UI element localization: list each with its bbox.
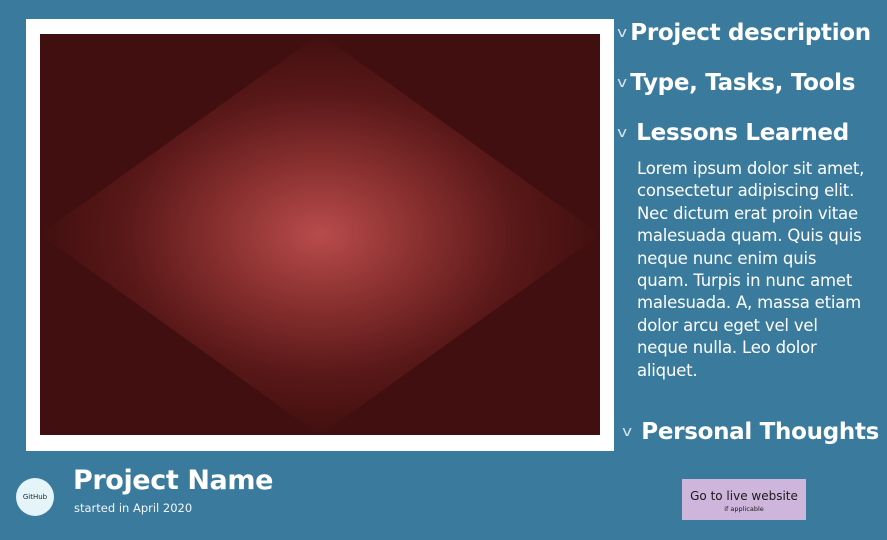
chevron-down-icon: v	[622, 424, 633, 440]
project-preview-image	[40, 34, 600, 435]
live-website-label: Go to live website	[690, 488, 798, 503]
section-project-description[interactable]: v Project description	[617, 20, 871, 46]
live-website-sublabel: if applicable	[724, 504, 764, 513]
github-link-button[interactable]: GitHub	[16, 478, 54, 516]
github-label: GitHub	[22, 493, 48, 501]
section-title: Project description	[630, 20, 871, 46]
chevron-down-icon: v	[617, 75, 628, 91]
project-preview-frame	[26, 19, 614, 451]
section-title: Type, Tasks, Tools	[630, 70, 856, 96]
chevron-down-icon: v	[617, 25, 628, 41]
lessons-learned-body: Lorem ipsum dolor sit amet, consectetur …	[637, 159, 865, 380]
section-title: Lessons Learned	[636, 120, 849, 146]
project-start-date: started in April 2020	[74, 501, 193, 515]
section-type-tasks-tools[interactable]: v Type, Tasks, Tools	[617, 70, 856, 96]
section-personal-thoughts[interactable]: v Personal Thoughts	[622, 419, 880, 445]
preview-glow	[40, 34, 600, 435]
live-website-button[interactable]: Go to live website if applicable	[682, 479, 806, 520]
section-title: Personal Thoughts	[641, 419, 880, 445]
project-name: Project Name	[73, 465, 273, 496]
chevron-down-icon: v	[617, 125, 628, 141]
section-lessons-learned[interactable]: v Lessons Learned	[617, 120, 849, 146]
